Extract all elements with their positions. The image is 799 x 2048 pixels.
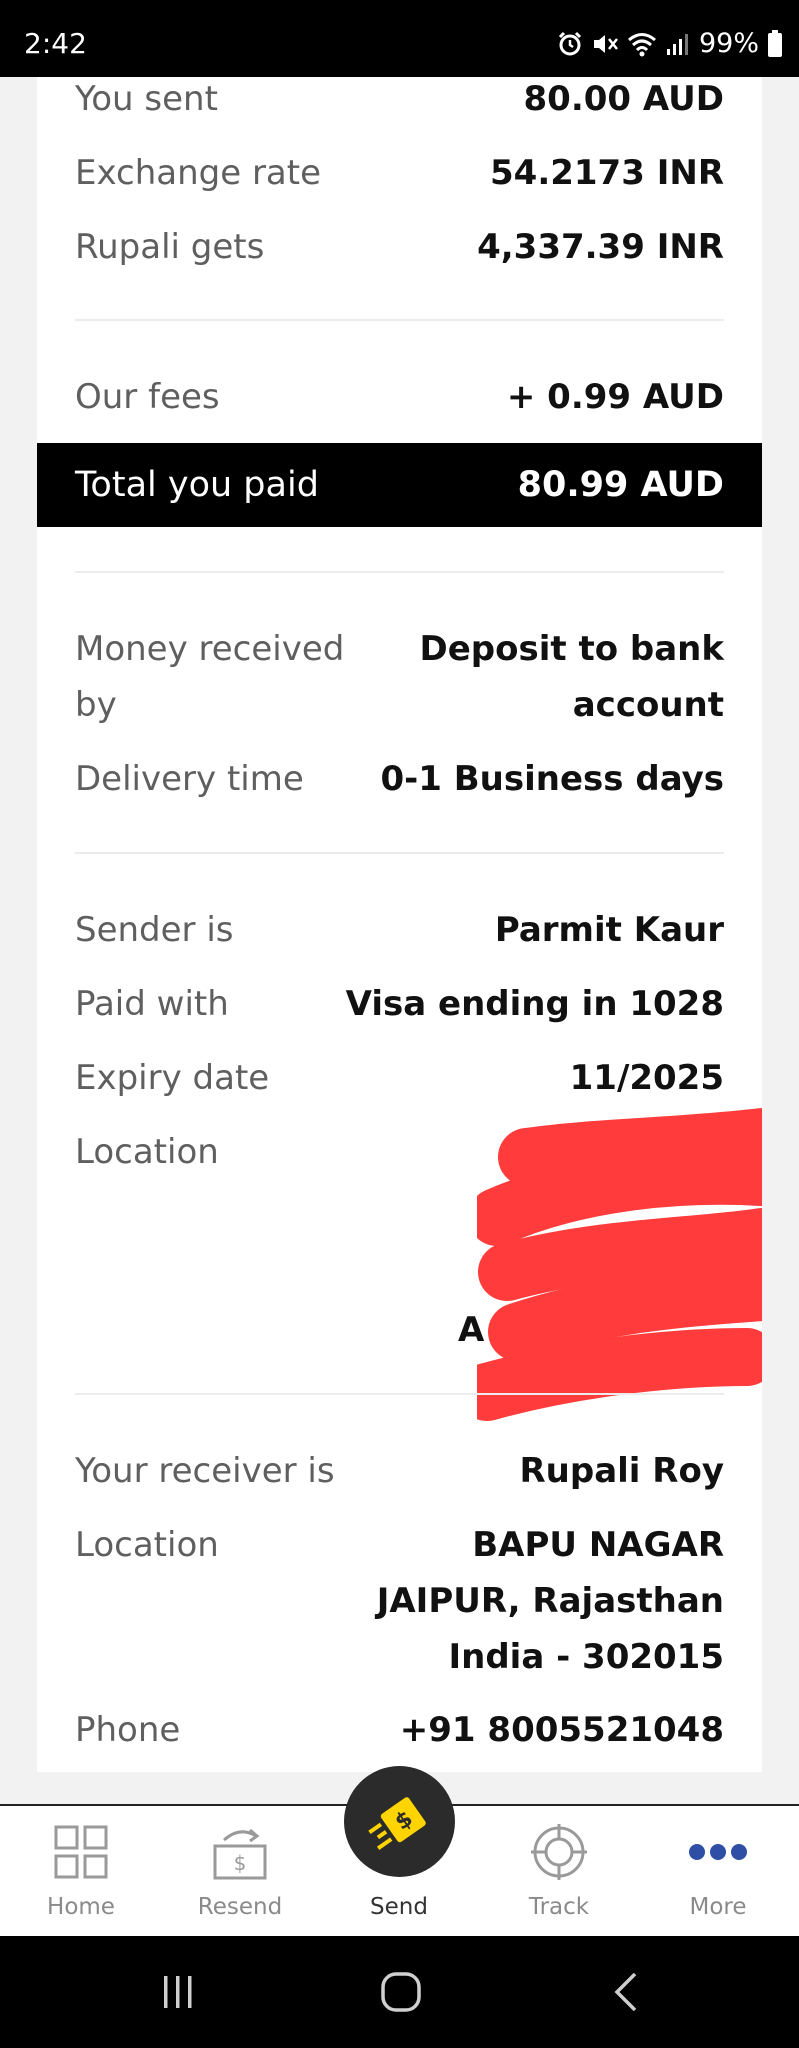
fees-value: + 0.99 AUD (506, 377, 724, 417)
divider (75, 571, 724, 573)
svg-text:$: $ (234, 1851, 247, 1875)
expiry-label: Expiry date (75, 1058, 270, 1098)
receiver-location-row: Location BAPU NAGAR JAIPUR, Rajasthan In… (75, 1517, 724, 1685)
receiver-location-line3: India - 302015 (448, 1637, 724, 1677)
nav-track-label: Track (528, 1894, 590, 1920)
you-sent-row: You sent 80.00 AUD (75, 71, 724, 127)
exchange-rate-label: Exchange rate (75, 153, 322, 193)
money-received-value-line2: account (572, 685, 724, 725)
money-received-label: Money received by (75, 621, 344, 733)
phone-label: Phone (75, 1710, 181, 1750)
signal-icon (666, 34, 688, 55)
receiver-gets-value: 4,337.39 INR (477, 227, 724, 267)
sender-row: Sender is Parmit Kaur (75, 902, 724, 958)
mute-icon (593, 35, 618, 53)
send-money-icon: $ (367, 1796, 426, 1850)
receiver-row: Your receiver is Rupali Roy (75, 1443, 724, 1499)
fees-row: Our fees + 0.99 AUD (75, 369, 724, 425)
recent-apps-button[interactable] (143, 1964, 213, 2020)
receiver-value: Rupali Roy (519, 1451, 724, 1491)
nav-more-label: More (689, 1894, 747, 1920)
money-received-value: Deposit to bank account (419, 621, 724, 733)
home-circle-icon (381, 1972, 421, 2012)
phone-row: Phone +91 8005521048 (75, 1702, 724, 1758)
phone-value[interactable]: +91 8005521048 (400, 1702, 724, 1758)
nav-track[interactable]: Track (479, 1806, 639, 1936)
nav-home[interactable]: Home (1, 1806, 161, 1936)
status-time: 2:42 (24, 27, 87, 60)
receiver-location-label: Location (75, 1525, 219, 1565)
home-grid-icon (54, 1825, 108, 1879)
receiver-gets-row: Rupali gets 4,337.39 INR (75, 219, 724, 275)
money-received-label-line2: by (75, 685, 117, 725)
nav-home-label: Home (47, 1894, 115, 1920)
send-money-button[interactable]: $ (344, 1766, 455, 1877)
paid-with-value: Visa ending in 1028 (345, 984, 724, 1024)
divider (75, 852, 724, 854)
back-chevron-icon (614, 1972, 637, 2012)
status-bar: 2:42 99% (0, 0, 799, 77)
home-button[interactable] (366, 1964, 436, 2020)
alarm-icon (558, 31, 582, 56)
sender-label: Sender is (75, 910, 234, 950)
battery-icon (768, 30, 782, 57)
you-sent-value: 80.00 AUD (523, 79, 724, 119)
nav-resend[interactable]: $ Resend (160, 1806, 320, 1936)
resend-icon: $ (213, 1828, 267, 1880)
money-received-label-line1: Money received (75, 629, 345, 669)
exchange-rate-row: Exchange rate 54.2173 INR (75, 145, 724, 201)
receiver-label: Your receiver is (75, 1451, 335, 1491)
battery-percent: 99% (698, 28, 759, 59)
back-button[interactable] (591, 1964, 661, 2020)
total-paid-bar: Total you paid 80.99 AUD (37, 443, 762, 527)
divider (75, 1393, 724, 1395)
fees-label: Our fees (75, 377, 220, 417)
total-paid-label: Total you paid (75, 465, 319, 505)
money-received-row: Money received by Deposit to bank accoun… (75, 621, 724, 733)
exchange-rate-value: 54.2173 INR (490, 153, 724, 193)
wifi-icon (628, 33, 656, 57)
paid-with-label: Paid with (75, 984, 229, 1024)
receiver-location-value: BAPU NAGAR JAIPUR, Rajasthan India - 302… (377, 1517, 724, 1685)
nav-resend-label: Resend (197, 1894, 283, 1920)
nav-send-label: Send (370, 1894, 428, 1920)
paid-with-row: Paid with Visa ending in 1028 (75, 976, 724, 1032)
money-received-value-line1: Deposit to bank (419, 629, 724, 669)
track-target-icon (531, 1824, 587, 1880)
you-sent-label: You sent (75, 79, 218, 119)
total-paid-value: 80.99 AUD (517, 465, 724, 505)
status-icons: 99% (557, 27, 783, 61)
divider (75, 319, 724, 321)
sender-value: Parmit Kaur (494, 910, 724, 950)
nav-more[interactable]: More (638, 1806, 798, 1936)
transfer-details-card: You sent 80.00 AUD Exchange rate 54.2173… (37, 77, 762, 1772)
receiver-location-line2: JAIPUR, Rajasthan (376, 1581, 724, 1621)
expiry-row: Expiry date 11/2025 (75, 1050, 724, 1106)
delivery-time-value: 0-1 Business days (380, 759, 725, 799)
delivery-time-row: Delivery time 0-1 Business days (75, 751, 724, 807)
recent-apps-icon (164, 1976, 192, 2008)
redaction-scribble (477, 1108, 762, 1421)
expiry-value: 11/2025 (569, 1058, 724, 1098)
receiver-gets-label: Rupali gets (75, 227, 265, 267)
sender-location-label: Location (75, 1132, 219, 1172)
receiver-location-line1: BAPU NAGAR (472, 1525, 724, 1565)
delivery-time-label: Delivery time (75, 759, 304, 799)
system-nav-bar (0, 1936, 799, 2048)
more-dots-icon (689, 1844, 747, 1860)
